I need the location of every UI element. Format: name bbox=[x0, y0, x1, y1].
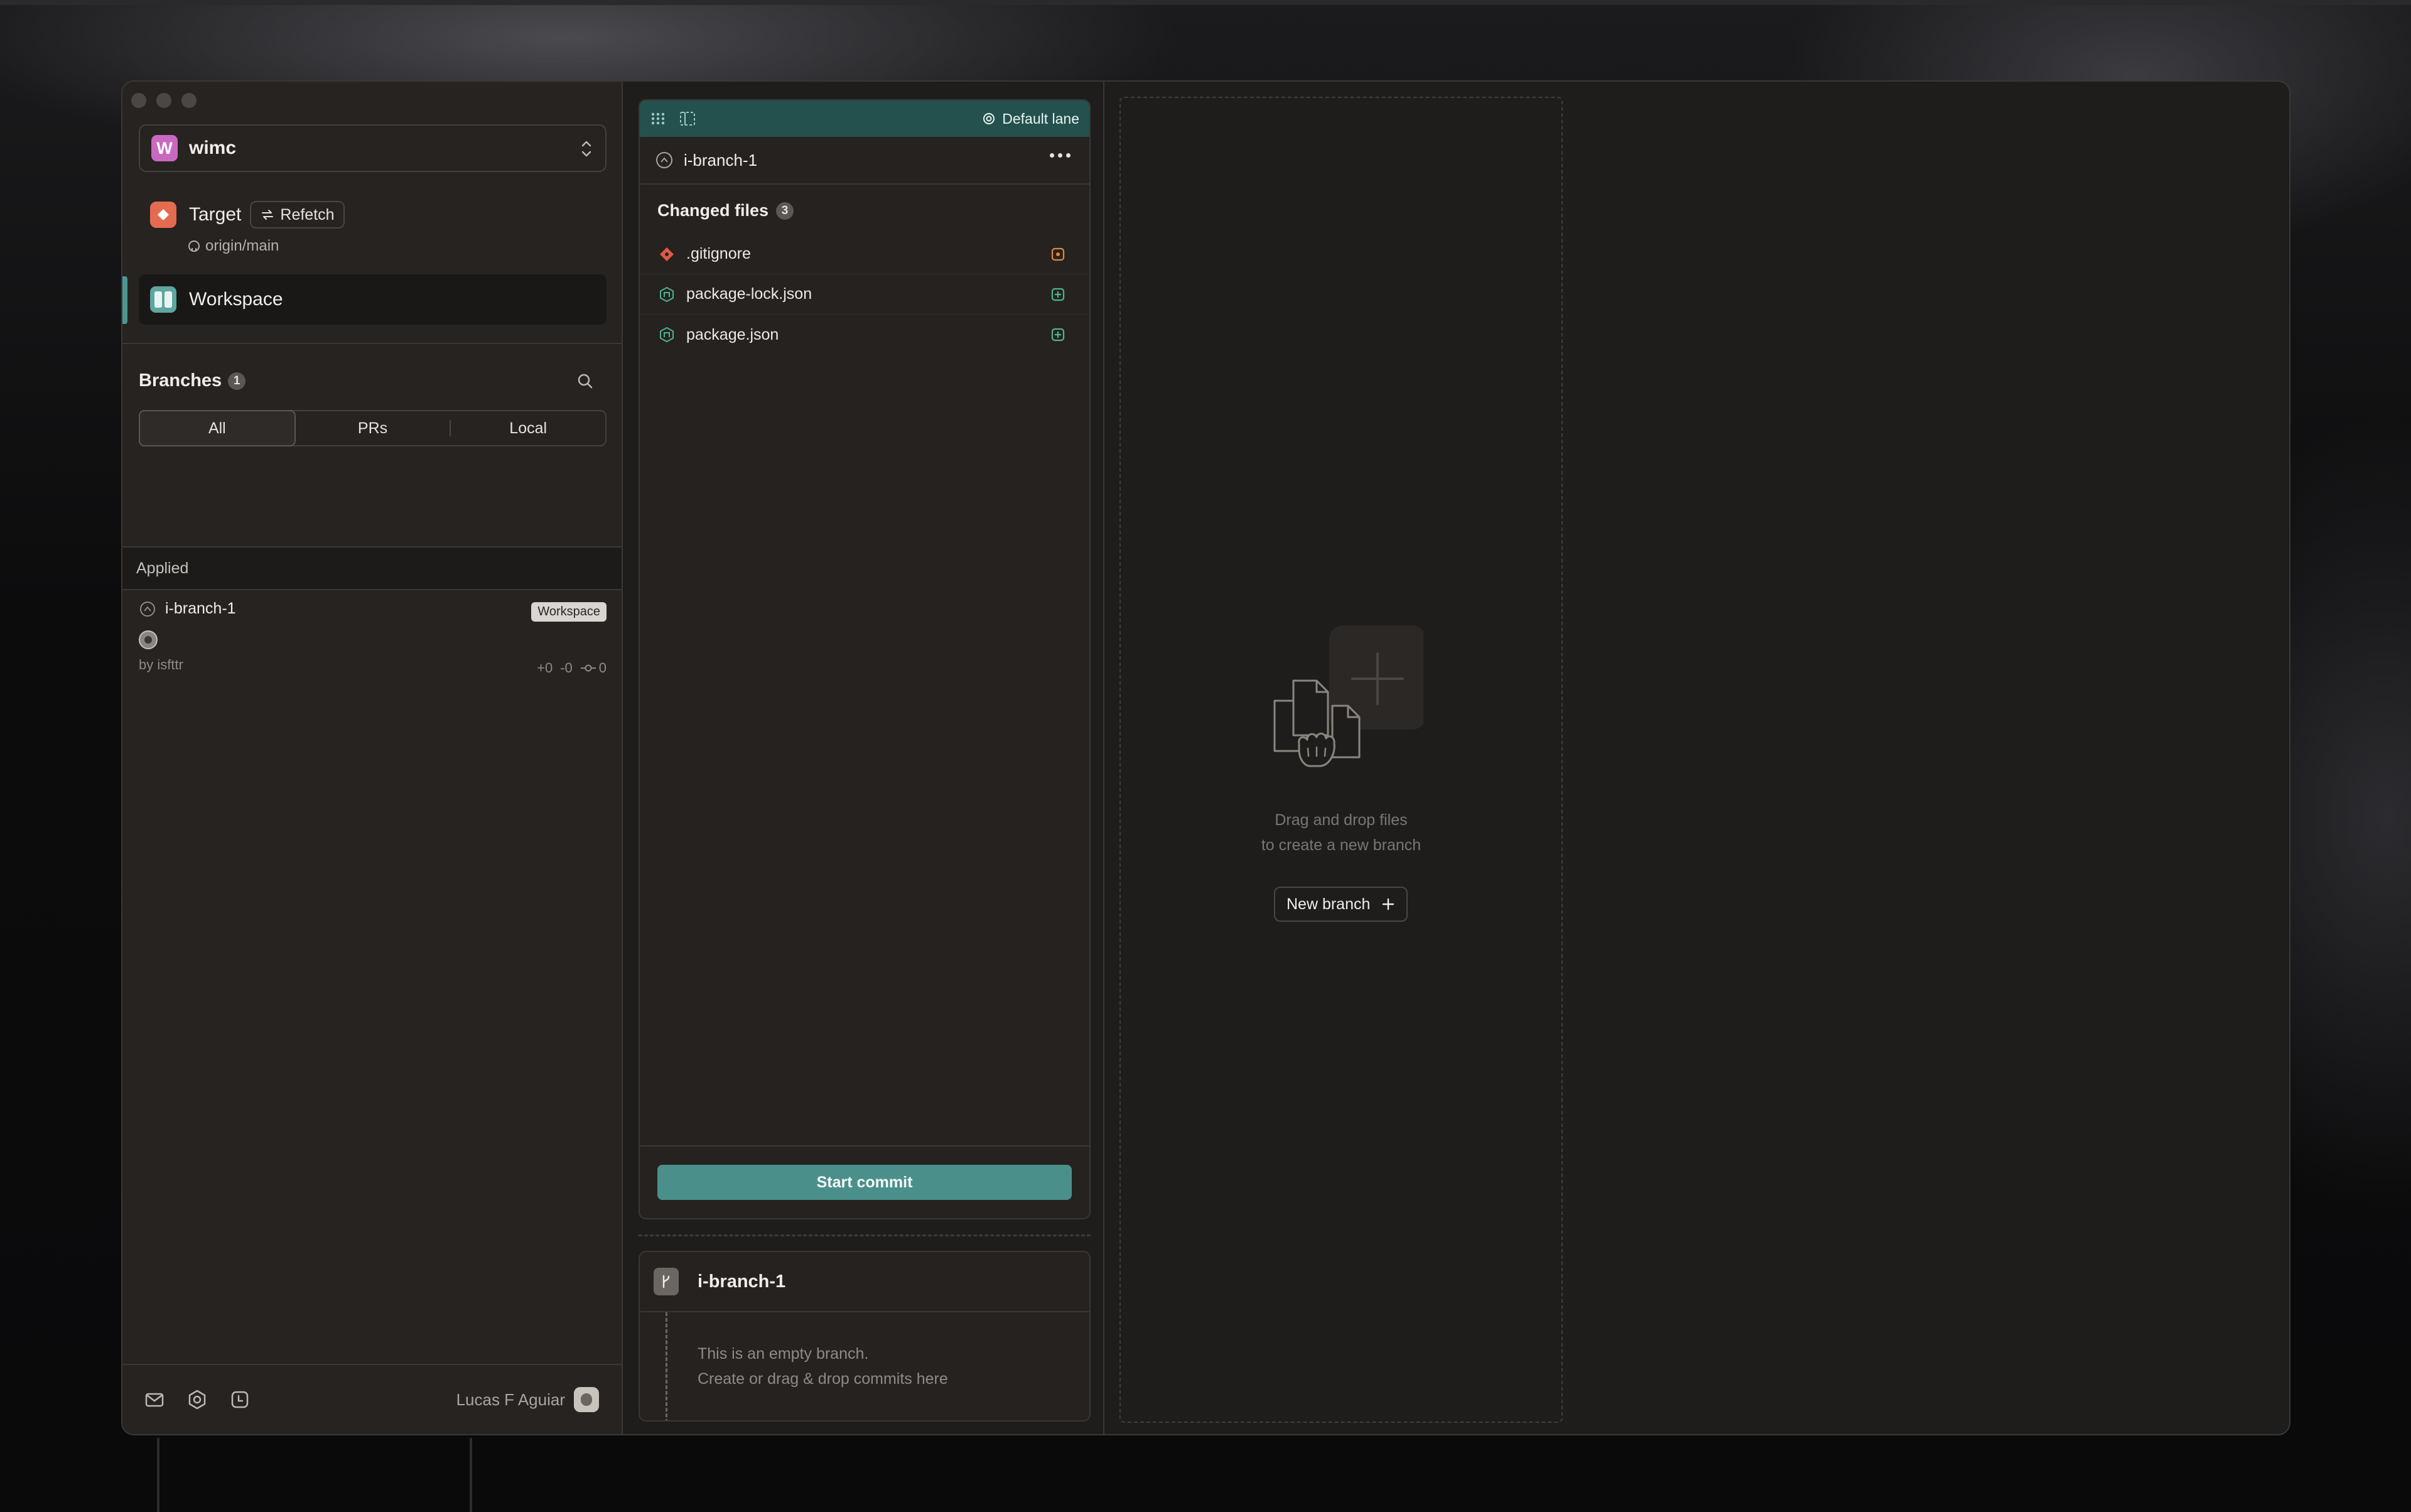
window-controls bbox=[131, 93, 197, 108]
refetch-icon bbox=[262, 210, 274, 220]
file-name: .gitignore bbox=[686, 245, 751, 262]
dropzone-message: Drag and drop files to create a new bran… bbox=[1121, 807, 1561, 858]
drag-handle-icon[interactable] bbox=[650, 111, 666, 127]
panel-toggle-icon[interactable] bbox=[679, 111, 696, 127]
workspace-label: Workspace bbox=[189, 289, 283, 310]
empty-branch-line-1: This is an empty branch. bbox=[698, 1345, 869, 1363]
npm-icon bbox=[660, 327, 674, 343]
more-options-icon[interactable] bbox=[1050, 153, 1071, 158]
app-window: W wimc Target Refetch origin/main Worksp… bbox=[121, 80, 2290, 1435]
tab-prs[interactable]: PRs bbox=[296, 411, 450, 445]
file-row[interactable]: package-lock.json bbox=[640, 274, 1089, 315]
npm-icon bbox=[660, 286, 674, 302]
new-branch-button[interactable]: New branch bbox=[1274, 887, 1408, 922]
dropzone-line-2: to create a new branch bbox=[1261, 836, 1421, 854]
sidebar: W wimc Target Refetch origin/main Worksp… bbox=[122, 82, 623, 1434]
tab-all[interactable]: All bbox=[139, 410, 296, 446]
sidebar-item-workspace[interactable]: Workspace bbox=[139, 274, 607, 325]
file-name: package.json bbox=[686, 325, 779, 343]
new-branch-label: New branch bbox=[1286, 895, 1371, 913]
start-commit-button[interactable]: Start commit bbox=[657, 1165, 1072, 1200]
lane-header: Default lane bbox=[640, 100, 1089, 137]
commit-count: 0 bbox=[598, 660, 607, 676]
new-branch-dropzone[interactable]: Drag and drop files to create a new bran… bbox=[1119, 97, 1563, 1423]
empty-branch-line-2: Create or drag & drop commits here bbox=[698, 1370, 948, 1388]
tab-local[interactable]: Local bbox=[451, 411, 605, 445]
changed-files-header: Changed files 3 bbox=[640, 185, 1089, 220]
github-icon bbox=[188, 240, 200, 252]
branches-header: Branches 1 bbox=[139, 370, 246, 391]
added-status-icon bbox=[1051, 288, 1065, 301]
remote-branch-label: origin/main bbox=[205, 237, 279, 254]
file-name: package-lock.json bbox=[686, 285, 812, 303]
lane-separator bbox=[639, 1234, 1091, 1236]
dropzone-line-1: Drag and drop files bbox=[1275, 811, 1408, 829]
branch-card: i-branch-1 This is an empty branch. Crea… bbox=[639, 1251, 1091, 1422]
refetch-button[interactable]: Refetch bbox=[250, 201, 345, 229]
branch-list-item[interactable]: i-branch-1 Workspace by isfttr +0 -0 0 bbox=[139, 600, 607, 676]
branch-name: i-branch-1 bbox=[165, 600, 236, 617]
sidebar-footer: Lucas F Aguiar bbox=[122, 1364, 622, 1434]
empty-branch-message: This is an empty branch. Create or drag … bbox=[698, 1341, 948, 1391]
default-lane-indicator[interactable]: Default lane bbox=[982, 111, 1079, 127]
project-badge: W bbox=[151, 135, 178, 161]
changed-files-count: 3 bbox=[776, 202, 794, 220]
user-avatar[interactable] bbox=[574, 1387, 599, 1412]
workspace-icon bbox=[150, 286, 176, 313]
target-label: Target bbox=[189, 204, 242, 225]
branch-icon bbox=[656, 152, 672, 168]
mail-icon[interactable] bbox=[144, 1389, 165, 1410]
target-icon bbox=[150, 202, 176, 228]
branch-stats: +0 -0 0 bbox=[537, 660, 607, 676]
plus-icon bbox=[1383, 898, 1394, 910]
added-status-icon bbox=[1051, 328, 1065, 342]
close-window-button[interactable] bbox=[131, 93, 146, 108]
minimize-window-button[interactable] bbox=[156, 93, 171, 108]
lane-branch-header[interactable]: i-branch-1 bbox=[640, 137, 1089, 185]
lines-removed: -0 bbox=[560, 660, 573, 676]
branch-timeline bbox=[666, 1312, 667, 1420]
branch-filter-tabs: All PRs Local bbox=[139, 410, 607, 446]
workspace-active-indicator bbox=[122, 276, 127, 324]
workspace-tag: Workspace bbox=[531, 602, 607, 622]
branches-count-badge: 1 bbox=[228, 372, 246, 390]
drag-drop-files-icon bbox=[1273, 625, 1423, 767]
chevron-up-down-icon bbox=[581, 141, 591, 157]
branch-lane: Default lane i-branch-1 Changed files 3 … bbox=[639, 99, 1091, 1219]
zoom-window-button[interactable] bbox=[181, 93, 197, 108]
divider bbox=[122, 343, 622, 344]
default-lane-label: Default lane bbox=[1002, 110, 1079, 127]
history-icon[interactable] bbox=[229, 1389, 251, 1410]
branch-card-name: i-branch-1 bbox=[698, 1271, 786, 1292]
user-name: Lucas F Aguiar bbox=[456, 1390, 565, 1409]
target-remote: origin/main bbox=[188, 237, 279, 255]
file-row[interactable]: package.json bbox=[640, 315, 1089, 355]
section-header-applied: Applied bbox=[122, 546, 622, 590]
column-divider bbox=[1103, 82, 1104, 1434]
lane-branch-name: i-branch-1 bbox=[684, 150, 758, 170]
changed-file-list: .gitignore package-lock.json package.jso… bbox=[640, 234, 1089, 355]
target-row[interactable]: Target Refetch bbox=[150, 201, 345, 229]
modified-status-icon bbox=[1051, 247, 1065, 261]
search-icon[interactable] bbox=[574, 370, 596, 392]
branch-card-header[interactable]: i-branch-1 bbox=[640, 1252, 1089, 1312]
lines-added: +0 bbox=[537, 660, 553, 676]
target-circle-icon bbox=[983, 113, 995, 124]
project-selector[interactable]: W wimc bbox=[139, 124, 607, 172]
branches-title: Branches bbox=[139, 370, 222, 391]
git-icon bbox=[660, 247, 674, 261]
project-name: wimc bbox=[189, 138, 237, 158]
changed-files-title: Changed files bbox=[657, 201, 769, 220]
author-avatar bbox=[139, 630, 158, 649]
branch-icon bbox=[140, 601, 155, 617]
refetch-label: Refetch bbox=[280, 205, 335, 224]
gear-icon[interactable] bbox=[186, 1389, 208, 1410]
file-row[interactable]: .gitignore bbox=[640, 234, 1089, 274]
commit-bar: Start commit bbox=[640, 1145, 1089, 1218]
branch-card-icon bbox=[654, 1268, 679, 1295]
commit-icon bbox=[580, 664, 596, 672]
